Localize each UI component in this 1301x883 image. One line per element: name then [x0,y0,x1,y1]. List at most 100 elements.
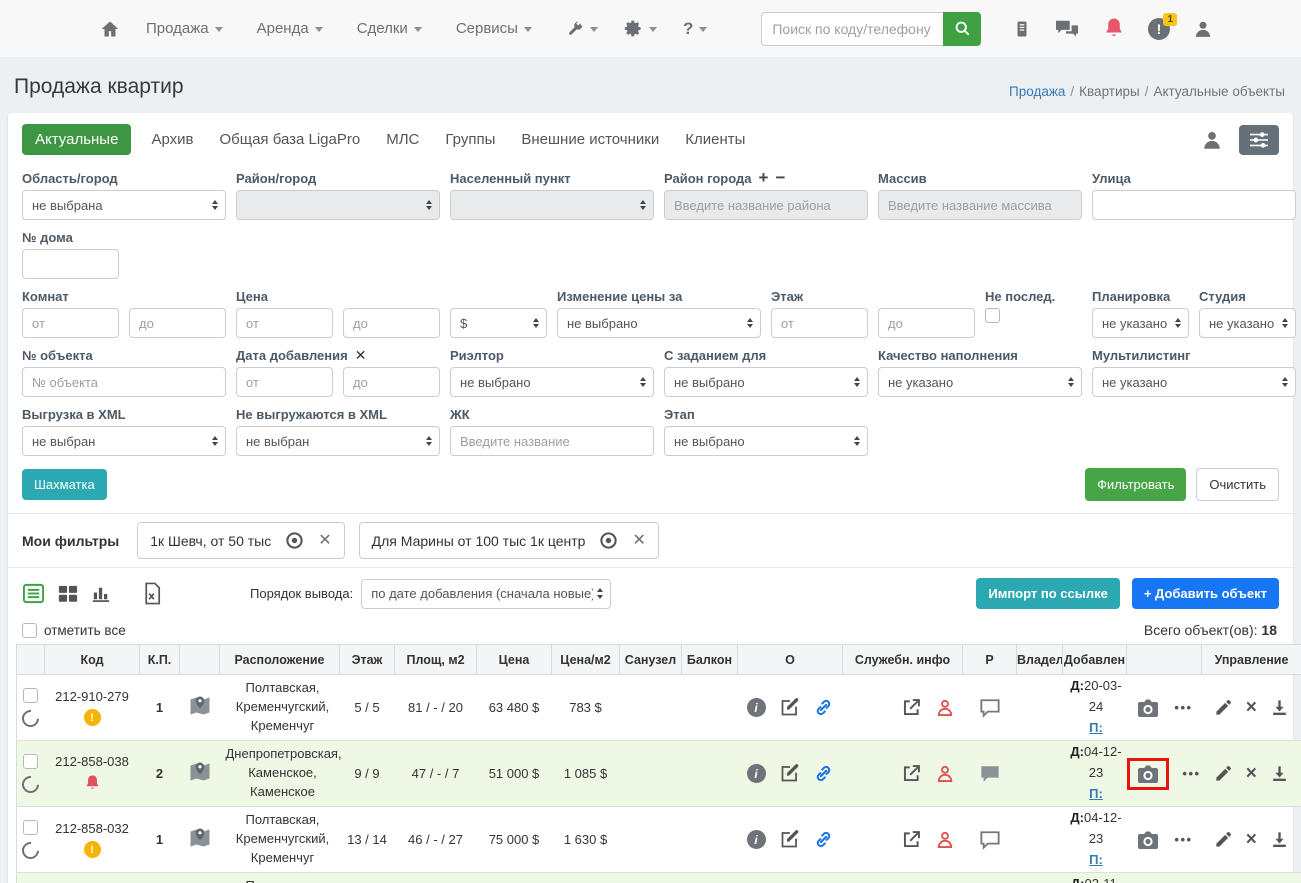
tab-clients[interactable]: Клиенты [685,124,745,155]
date-added-from-input[interactable] [236,367,333,397]
warning-icon[interactable]: ! [83,709,101,726]
xml-upload-select[interactable]: не выбран [22,426,226,456]
tab-actual[interactable]: Актуальные [22,124,132,155]
list-view-icon[interactable] [22,582,45,605]
add-object-button[interactable]: + Добавить объект [1131,578,1279,609]
city-district-input[interactable] [664,190,868,220]
tab-groups[interactable]: Группы [445,124,495,155]
tab-common-base[interactable]: Общая база LigaPro [219,124,360,155]
realtor-select[interactable]: не выбрано [450,367,654,397]
object-code[interactable]: 212-910-279 [55,689,129,704]
more-actions-icon[interactable]: ••• [1182,766,1200,781]
filter-button[interactable]: Фильтровать [1085,468,1187,501]
search-input[interactable] [761,11,944,46]
nav-item-tools[interactable] [566,20,598,38]
owner-contact-icon[interactable] [935,698,955,718]
camera-icon[interactable] [1135,829,1161,851]
street-input[interactable] [1092,190,1296,220]
stage-select[interactable]: не выбрано [664,426,868,456]
more-actions-icon[interactable]: ••• [1174,700,1192,715]
link-icon[interactable] [813,763,834,784]
floor-to-input[interactable] [878,308,975,338]
edit-note-icon[interactable] [779,763,800,784]
comment-icon[interactable] [979,698,1001,718]
edit-icon[interactable] [1214,830,1233,849]
search-button[interactable] [943,11,982,46]
map-icon[interactable] [188,826,212,850]
owner-contact-icon[interactable] [935,830,955,850]
map-icon[interactable] [188,694,212,718]
eye-icon[interactable] [599,531,618,550]
chart-view-icon[interactable] [90,582,113,605]
row-checkbox[interactable] [23,754,39,769]
remove-filter-icon[interactable]: ✕ [632,532,645,548]
house-number-input[interactable] [22,249,119,279]
delete-icon[interactable]: × [1246,830,1257,849]
home-icon[interactable] [100,19,120,39]
nav-item-help[interactable]: ? [683,19,708,39]
price-to-input[interactable] [343,308,440,338]
comment-icon[interactable] [979,764,1001,784]
nav-item-sales[interactable]: Продажа [146,20,223,37]
external-link-icon[interactable] [901,763,922,784]
grid-view-icon[interactable] [56,582,79,605]
owner-contact-icon[interactable] [935,764,955,784]
row-checkbox[interactable] [23,688,39,703]
multilisting-select[interactable]: не указано [1092,367,1296,397]
layout-select[interactable]: не указано [1092,308,1189,338]
region-select[interactable]: не выбрана [22,190,226,220]
delete-icon[interactable]: × [1246,764,1257,783]
excel-export-icon[interactable] [142,582,162,605]
saved-filter-chip[interactable]: Для Марины от 100 тыс 1к центр ✕ [358,522,659,559]
currency-select[interactable]: $ [450,308,547,338]
eye-icon[interactable] [285,531,304,550]
district-select[interactable] [236,190,440,220]
remove-filter-icon[interactable]: ✕ [318,532,331,548]
external-link-icon[interactable] [901,829,922,850]
nav-item-settings[interactable] [624,19,657,38]
nav-item-services[interactable]: Сервисы [456,20,532,37]
price-change-select[interactable]: не выбрано [557,308,761,338]
alert-bell-icon[interactable] [84,774,101,793]
rooms-from-input[interactable] [22,308,119,338]
xml-not-upload-select[interactable]: не выбран [236,426,440,456]
floor-from-input[interactable] [771,308,868,338]
bell-icon[interactable] [1103,17,1125,41]
tab-archive[interactable]: Архив [151,124,193,155]
tab-mls[interactable]: МЛС [386,124,419,155]
camera-icon[interactable] [1135,697,1161,719]
tab-external-sources[interactable]: Внешние источники [521,124,659,155]
order-select[interactable]: по дате добавления (сначала новые) [361,578,612,609]
massif-input[interactable] [878,190,1082,220]
status-ring-icon[interactable] [18,706,43,731]
external-link-icon[interactable] [901,697,922,718]
map-icon[interactable] [188,760,212,784]
complex-input[interactable] [450,426,654,456]
published-link[interactable]: П: [1089,852,1103,867]
nav-item-deals[interactable]: Сделки [357,20,422,37]
filter-settings-button[interactable] [1239,124,1279,155]
select-all-checkbox[interactable] [22,622,37,638]
agent-icon[interactable] [1201,129,1223,151]
published-link[interactable]: П: [1089,786,1103,801]
studio-select[interactable]: не указано [1199,308,1296,338]
row-checkbox[interactable] [23,820,39,835]
status-ring-icon[interactable] [18,772,43,797]
edit-note-icon[interactable] [779,829,800,850]
info-icon[interactable]: i [746,830,766,849]
more-actions-icon[interactable]: ••• [1174,832,1192,847]
object-number-input[interactable] [22,367,226,397]
price-from-input[interactable] [236,308,333,338]
warning-icon[interactable]: ! [83,841,101,858]
download-icon[interactable] [1270,764,1289,783]
add-district-icon[interactable]: + [759,169,769,186]
edit-icon[interactable] [1214,698,1233,717]
saved-filter-chip[interactable]: 1к Шевч, от 50 тыс ✕ [137,522,345,559]
chess-button[interactable]: Шахматка [22,469,107,500]
download-icon[interactable] [1270,698,1289,717]
edit-note-icon[interactable] [779,697,800,718]
info-icon[interactable]: i [746,764,766,783]
object-code[interactable]: 212-858-038 [55,754,129,769]
quality-select[interactable]: не указано [878,367,1082,397]
import-by-link-button[interactable]: Импорт по ссылке [976,578,1120,609]
